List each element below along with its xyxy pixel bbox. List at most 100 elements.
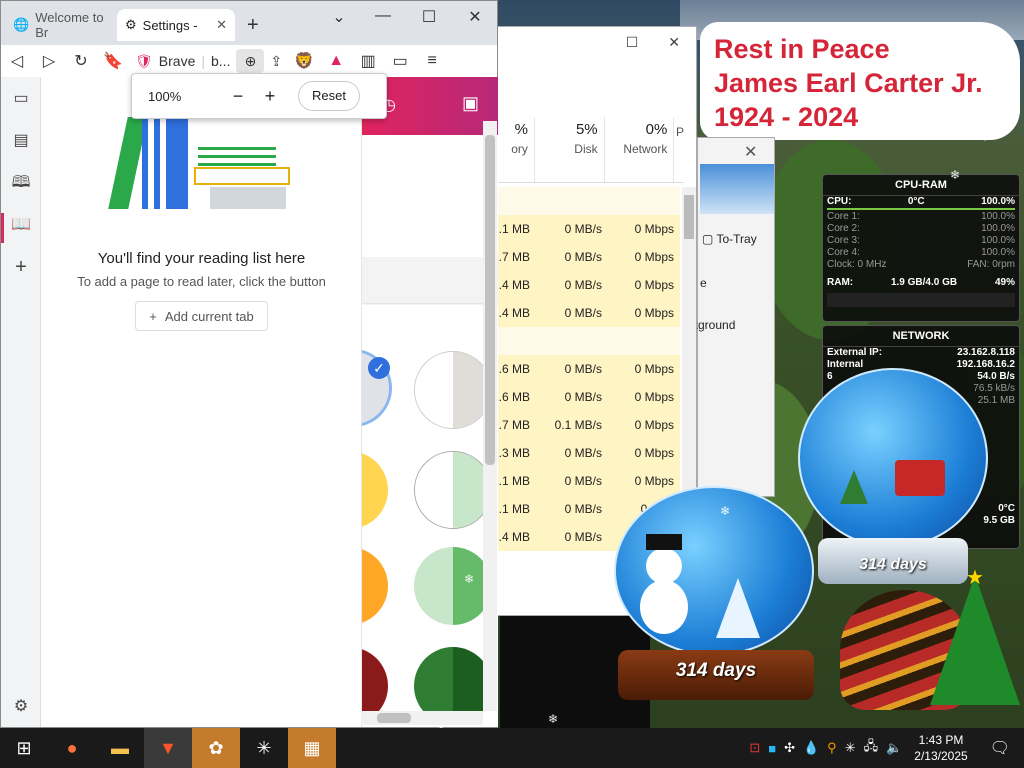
snowflake-icon: ❄	[50, 198, 61, 212]
process-row[interactable]: .1 MB 0 MB/s 0 Mbps	[498, 467, 680, 495]
firefox-icon[interactable]: ●	[48, 728, 96, 768]
network-column-header[interactable]: 0% Network	[605, 117, 675, 182]
settings-scrollbar[interactable]	[483, 121, 497, 711]
memory-cell: .6 MB	[498, 362, 530, 376]
theme-swatch[interactable]	[414, 451, 492, 529]
process-row[interactable]: .6 MB 0 MB/s 0 Mbps	[498, 355, 680, 383]
snowflake-icon: ❄	[80, 464, 91, 478]
clock[interactable]: 1:43 PM 2/13/2025	[906, 732, 975, 764]
brave-browser-window[interactable]: 🌐 Welcome to Br ⚙ Settings - ✕ + ⌄ — ☐ ✕…	[0, 0, 498, 728]
theme-swatch[interactable]	[362, 451, 388, 529]
settings-menu-icon[interactable]: ▣	[462, 93, 479, 114]
forward-icon[interactable]: ▷	[33, 51, 65, 71]
horizontal-scrollbar[interactable]	[361, 711, 483, 725]
video-call-icon[interactable]: ▭	[9, 87, 33, 111]
address-bar[interactable]: 🛡 Brave | b... ⊕ ⇪	[129, 48, 288, 74]
brave-shield-icon: 🛡	[135, 52, 153, 69]
zoom-reset-button[interactable]: Reset	[298, 81, 360, 111]
add-current-tab-button[interactable]: + Add current tab	[135, 301, 268, 331]
clock-time: 1:43 PM	[918, 733, 964, 747]
snowflake-icon: ❄	[720, 504, 731, 518]
process-row[interactable]: .6 MB 0 MB/s 0 Mbps	[498, 383, 680, 411]
reading-list-icon[interactable]: 📖	[9, 213, 33, 237]
process-row[interactable]	[498, 327, 680, 355]
wallet-icon[interactable]: ▭	[384, 51, 416, 71]
brave-taskbar-icon[interactable]: ▼	[144, 728, 192, 768]
brave-rewards-icon[interactable]: ▲	[320, 52, 352, 70]
core-row: Core 2: 100.0%	[827, 223, 1015, 234]
selected-check-icon: ✓	[368, 357, 390, 379]
memory-cell: .6 MB	[498, 390, 530, 404]
to-tray-option[interactable]: ▢ To-Tray	[702, 232, 757, 246]
back-icon[interactable]: ◁	[1, 51, 33, 71]
menu-icon[interactable]: ≡	[416, 52, 448, 70]
network-tray-icon[interactable]: 🖧	[860, 737, 883, 759]
internal-ip-row: Internal 192.168.16.2	[827, 359, 1015, 370]
memory-cell: .1 MB	[498, 474, 530, 488]
zoom-out-button[interactable]: −	[222, 86, 254, 107]
tab-list-icon[interactable]: ⌄	[319, 7, 359, 27]
file-explorer-icon[interactable]: ▬	[96, 728, 144, 768]
theme-swatch[interactable]	[414, 351, 492, 429]
process-row[interactable]: .4 MB 0 MB/s 0 Mbps	[498, 299, 680, 327]
volume-icon[interactable]: 🔈	[882, 740, 906, 756]
new-tab-button[interactable]: +	[239, 9, 267, 41]
disk-cell: 0.1 MB/s	[554, 418, 602, 432]
brave-shields-icon[interactable]: 🦁	[288, 51, 320, 71]
process-row[interactable]	[498, 187, 680, 215]
share-icon[interactable]: ⇪	[270, 53, 282, 70]
bookmarks-icon[interactable]: 🕮	[9, 171, 33, 195]
windows-start-icon[interactable]: ⊞	[0, 728, 48, 768]
app-tray-icon[interactable]: ■	[764, 741, 780, 756]
dialog-image	[700, 164, 774, 214]
disk-cell: 0 MB/s	[564, 278, 602, 292]
close-icon[interactable]: ✕	[744, 142, 757, 162]
sidebar-settings-icon[interactable]: ⚙	[9, 695, 33, 719]
close-icon[interactable]: ✕	[668, 34, 680, 51]
reload-icon[interactable]: ↻	[65, 51, 97, 71]
search-tray-icon[interactable]: ⚲	[823, 740, 841, 756]
tab-welcome[interactable]: 🌐 Welcome to Br	[5, 9, 115, 41]
cpu-ram-gadget[interactable]: CPU-RAM CPU: 0°C 100.0% Core 1: 100.0% Co…	[822, 174, 1020, 322]
process-row[interactable]: .1 MB 0 MB/s 0 Mbps	[498, 215, 680, 243]
bookmark-icon[interactable]: 🔖	[97, 51, 129, 71]
sidebar-toggle-icon[interactable]: ▥	[352, 51, 384, 71]
zoom-in-button[interactable]: +	[254, 86, 286, 107]
close-icon[interactable]: ✕	[455, 7, 495, 27]
gift-box	[895, 460, 945, 496]
restore-icon[interactable]: ☐	[626, 34, 639, 51]
snow-tray-icon[interactable]: ✳	[841, 740, 860, 756]
background-dialog[interactable]: ✕ ▢ To-Tray e kground	[692, 137, 775, 497]
process-row[interactable]: .7 MB 0.1 MB/s 0 Mbps	[498, 411, 680, 439]
theme-swatch[interactable]	[362, 547, 388, 625]
process-row[interactable]: .3 MB 0 MB/s 0 Mbps	[498, 439, 680, 467]
close-tab-icon[interactable]: ✕	[216, 17, 227, 33]
disk-cell: 0 MB/s	[564, 446, 602, 460]
power-column-header[interactable]: P	[674, 117, 684, 182]
disk-column-header[interactable]: 5% Disk	[535, 117, 605, 182]
memory-cell: .1 MB	[498, 502, 530, 516]
minimize-icon[interactable]: —	[363, 7, 403, 25]
notifications-icon[interactable]: 🗨	[976, 738, 1024, 758]
settings-page: ◷ ▣ ✓	[361, 77, 498, 727]
memory-column-header[interactable]: % ory	[498, 117, 535, 182]
window-caption: ☐ ✕	[498, 27, 696, 57]
tab-settings[interactable]: ⚙ Settings - ✕	[117, 9, 235, 41]
process-row[interactable]: .4 MB 0 MB/s 0 Mbps	[498, 271, 680, 299]
add-sidebar-item-icon[interactable]: +	[9, 255, 33, 279]
wallet-icon[interactable]: ▤	[9, 129, 33, 153]
control-panel-icon[interactable]: ▦	[288, 728, 336, 768]
days-label-left: 314 days	[675, 660, 757, 681]
drop-tray-icon[interactable]: 💧	[799, 740, 823, 756]
security-tray-icon[interactable]: ⊡	[745, 740, 764, 756]
snowflake-icon: ❄	[222, 366, 233, 380]
snowman-body	[640, 580, 688, 634]
maximize-icon[interactable]: ☐	[409, 7, 449, 27]
process-row[interactable]: .7 MB 0 MB/s 0 Mbps	[498, 243, 680, 271]
snowflake-app-icon[interactable]: ✳	[240, 728, 288, 768]
theme-swatch[interactable]	[414, 547, 492, 625]
clock-fan-row: Clock: 0 MHz FAN: 0rpm	[827, 259, 1015, 270]
app-taskbar-icon[interactable]: ✿	[192, 728, 240, 768]
colors-tray-icon[interactable]: ✣	[780, 740, 799, 756]
zoom-icon[interactable]: ⊕	[236, 49, 265, 73]
